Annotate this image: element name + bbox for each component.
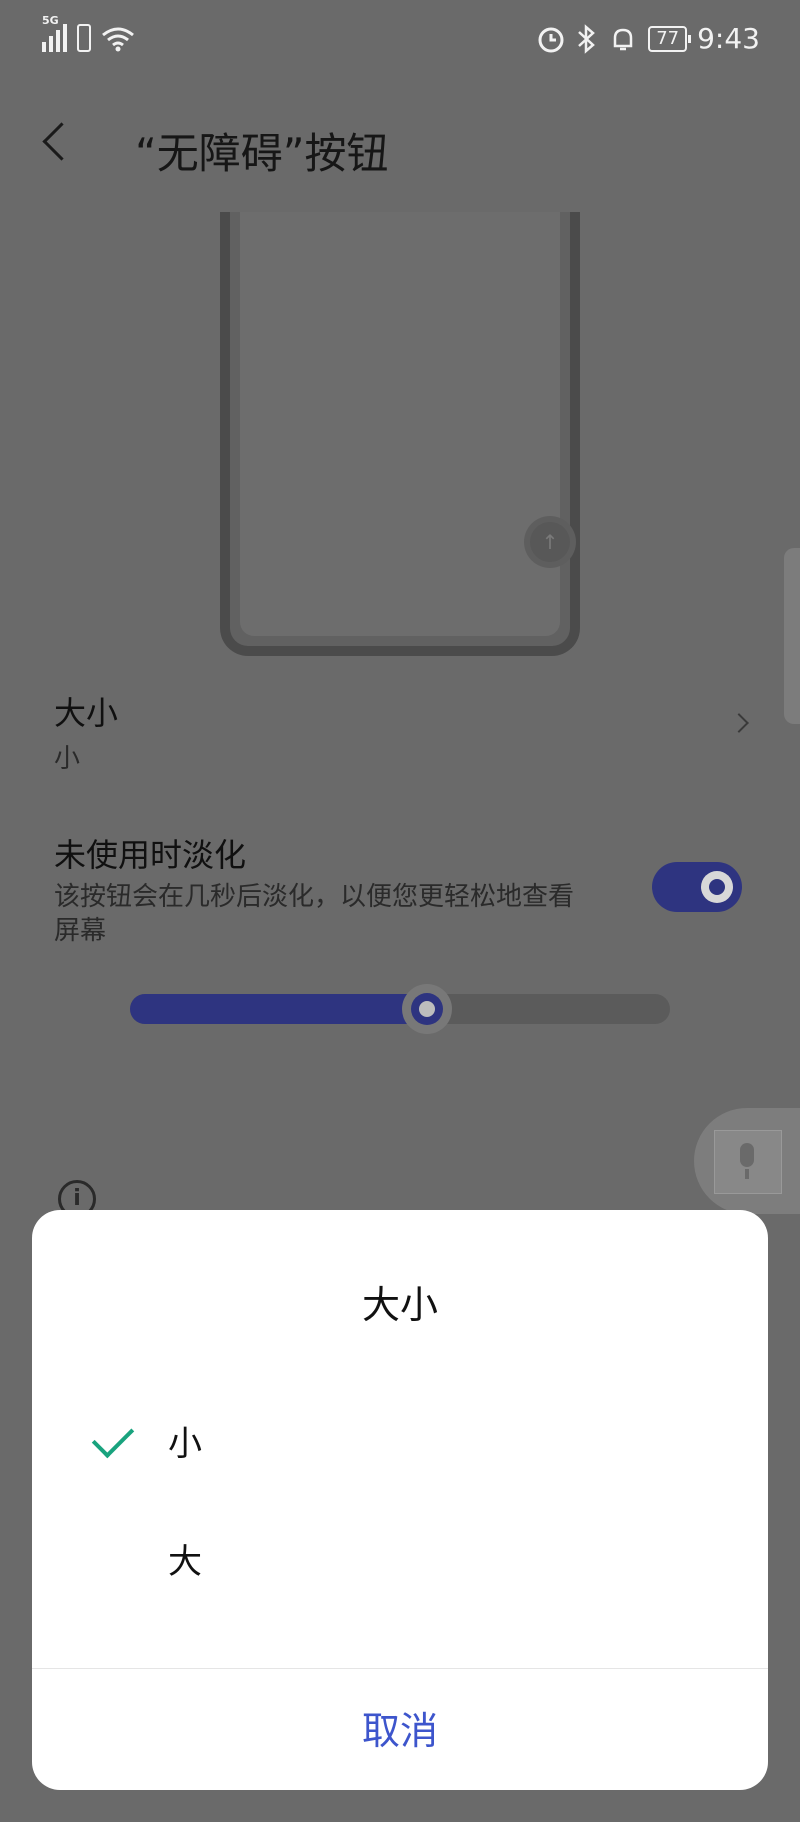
fade-toggle[interactable]: [652, 862, 742, 912]
fade-setting-title: 未使用时淡化: [54, 836, 247, 874]
checkmark-icon: [91, 1415, 135, 1459]
dialog-title: 大小: [361, 1283, 438, 1327]
option-small[interactable]: 小: [32, 1394, 768, 1484]
accessibility-button-preview-icon: ↑: [530, 522, 570, 562]
divider: [32, 1668, 768, 1669]
sim-icon: [77, 24, 91, 52]
screen: 5G 77 9:43 “无障碍”按钮 ↑ 大小 小 未使用时淡化 该按钮会在几秒…: [0, 0, 800, 1822]
size-setting-row[interactable]: 大小 小: [54, 688, 754, 788]
microphone-icon: [714, 1130, 782, 1194]
slider-fill: [130, 994, 427, 1024]
status-bar: 5G 77 9:43: [0, 0, 800, 82]
edge-panel-handle[interactable]: [784, 548, 800, 724]
clock: 9:43: [697, 22, 760, 55]
phone-preview: ↑: [220, 212, 580, 656]
size-setting-value: 小: [54, 744, 81, 774]
cancel-button[interactable]: 取消: [32, 1700, 768, 1755]
fade-setting-description: 该按钮会在几秒后淡化，以便您更轻松地查看屏幕: [54, 882, 575, 946]
size-setting-title: 大小: [54, 694, 119, 732]
slider-thumb[interactable]: [402, 984, 452, 1034]
wifi-icon: [102, 27, 134, 52]
back-arrow-icon[interactable]: [42, 122, 81, 161]
phone-preview-screen: [240, 212, 560, 636]
network-type: 5G: [42, 14, 59, 27]
toggle-knob: [701, 871, 733, 903]
size-dialog: 大小 小 大 取消: [32, 1210, 768, 1790]
alarm-icon: [538, 27, 564, 52]
bluetooth-icon: [578, 23, 596, 54]
voice-assistant-bubble[interactable]: [694, 1108, 800, 1214]
transparency-slider[interactable]: [130, 984, 670, 1034]
ring-icon: [613, 28, 633, 50]
option-label: 小: [168, 1424, 202, 1464]
battery-icon: 77: [648, 25, 692, 52]
fade-setting-row: 未使用时淡化 该按钮会在几秒后淡化，以便您更轻松地查看屏幕: [54, 830, 754, 948]
page-title: “无障碍”按钮: [135, 129, 389, 178]
app-header: “无障碍”按钮: [0, 110, 800, 190]
option-label: 大: [168, 1542, 202, 1582]
signal-icon: 5G: [42, 14, 67, 52]
option-large[interactable]: 大: [32, 1512, 768, 1602]
